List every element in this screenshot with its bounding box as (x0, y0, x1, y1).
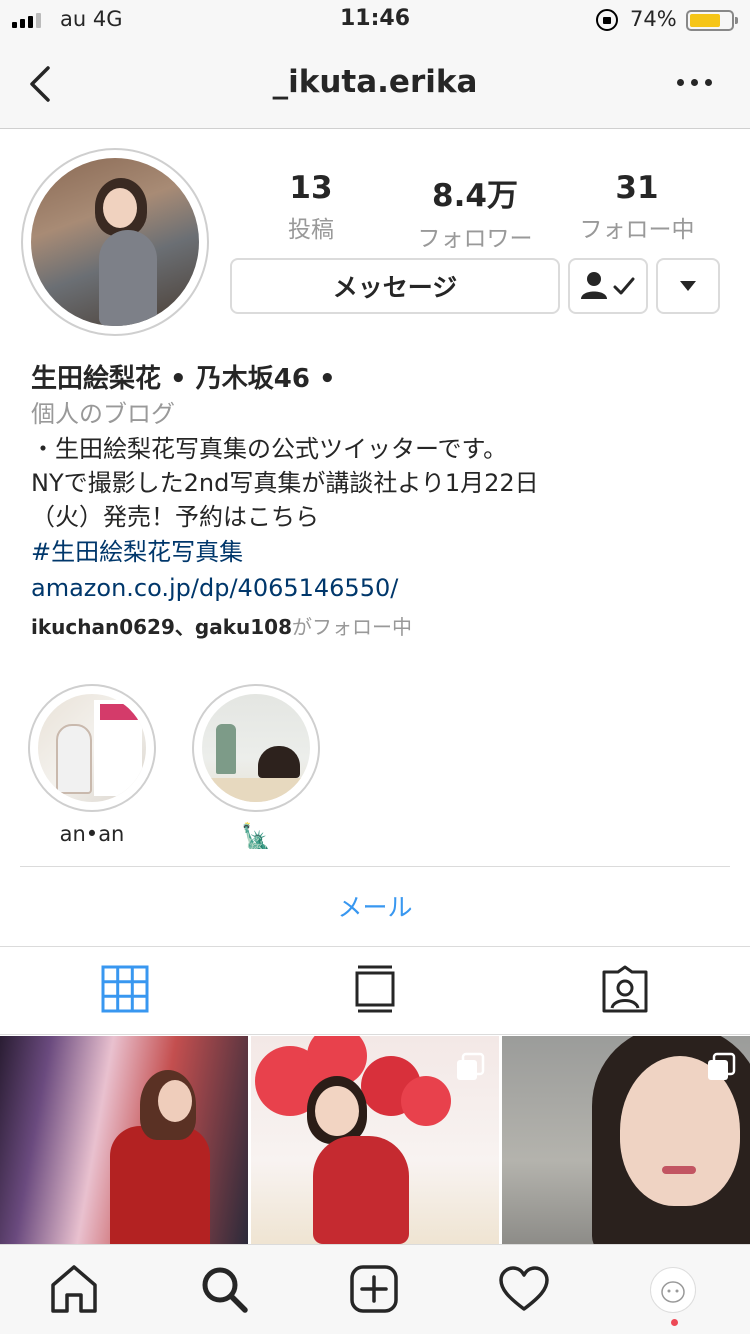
profile-username: _ikuta.erika (272, 64, 478, 100)
highlight-label: an•an (59, 822, 125, 846)
following-count: 31 (615, 170, 659, 206)
highlight-ring (192, 684, 320, 812)
dot-icon (676, 78, 684, 86)
highlight-ring (28, 684, 156, 812)
divider (20, 866, 730, 867)
followers-stat[interactable]: 8.4万 フォロワー (400, 170, 550, 253)
caret-down-icon (680, 281, 696, 291)
followed-by-suffix: がフォロー中 (292, 615, 412, 639)
post-thumbnail[interactable] (502, 1036, 750, 1244)
bio-line: ・生田絵梨花写真集の公式ツイッターです。 (31, 435, 508, 463)
post-thumbnail[interactable] (0, 1036, 248, 1244)
status-bar: au 4G 11:46 74% (0, 0, 750, 40)
following-toggle-button[interactable] (568, 258, 648, 314)
posts-count: 13 (289, 170, 333, 206)
display-name: 生田絵梨花 • 乃木坂46 • (31, 364, 336, 394)
add-post-icon[interactable] (348, 1263, 400, 1315)
bottom-tab-bar (0, 1244, 750, 1334)
following-label: フォロー中 (579, 217, 695, 243)
profile-avatar (31, 158, 199, 326)
followed-by-text[interactable]: ikuchan0629、gaku108がフォロー中 (31, 612, 731, 642)
heart-icon[interactable] (498, 1263, 550, 1315)
post-thumbnail[interactable] (251, 1036, 499, 1244)
grid-icon (101, 965, 149, 1013)
person-check-icon (581, 272, 635, 299)
tagged-icon (602, 965, 648, 1013)
battery-percentage: 74% (630, 7, 677, 31)
home-icon[interactable] (48, 1263, 100, 1315)
profile-tab-avatar[interactable] (650, 1267, 696, 1313)
bio-website-link[interactable]: amazon.co.jp/dp/4065146550/ (31, 570, 731, 606)
highlight-cover-image (202, 694, 310, 802)
rotation-lock-icon (596, 9, 618, 31)
more-options-button[interactable] (668, 70, 720, 94)
email-contact-button[interactable]: メール (0, 888, 750, 924)
posts-label: 投稿 (288, 217, 334, 243)
story-highlight[interactable]: an•an (28, 684, 156, 846)
dot-icon (690, 78, 698, 86)
divider (0, 946, 750, 947)
tab-feed[interactable] (350, 964, 400, 1014)
search-icon[interactable] (198, 1263, 250, 1315)
navigation-bar: _ikuta.erika (0, 40, 750, 129)
story-highlight[interactable]: 🗽 (192, 684, 320, 850)
feed-icon (355, 965, 395, 1013)
battery-icon (686, 10, 738, 31)
profile-avatar-ring[interactable] (21, 148, 209, 336)
bio-line: NYで撮影した2nd写真集が講談社より1月22日 (31, 469, 539, 497)
multiple-photos-icon (457, 1052, 485, 1080)
bio-hashtag-link[interactable]: #生田絵梨花写真集 (31, 534, 731, 570)
account-category: 個人のブログ (31, 400, 175, 428)
highlight-cover-image (38, 694, 146, 802)
following-stat[interactable]: 31 フォロー中 (562, 170, 712, 244)
notification-dot (671, 1319, 678, 1326)
avatar-illustration-icon (661, 1281, 685, 1303)
message-button[interactable]: メッセージ (230, 258, 560, 314)
followed-by-users: ikuchan0629、gaku108 (31, 615, 292, 639)
followers-count: 8.4万 (432, 178, 518, 214)
tab-grid[interactable] (100, 964, 150, 1014)
profile-bio: 生田絵梨花 • 乃木坂46 • 個人のブログ ・生田絵梨花写真集の公式ツイッター… (31, 362, 731, 642)
followers-label: フォロワー (417, 226, 533, 252)
suggested-accounts-dropdown[interactable] (656, 258, 720, 314)
multiple-photos-icon (708, 1052, 736, 1080)
tab-tagged[interactable] (600, 964, 650, 1014)
dot-icon (704, 78, 712, 86)
posts-stat[interactable]: 13 投稿 (236, 170, 386, 244)
highlight-label: 🗽 (241, 822, 271, 850)
bio-line: （火）発売！予約はこちら (31, 503, 319, 531)
divider (0, 1034, 750, 1035)
